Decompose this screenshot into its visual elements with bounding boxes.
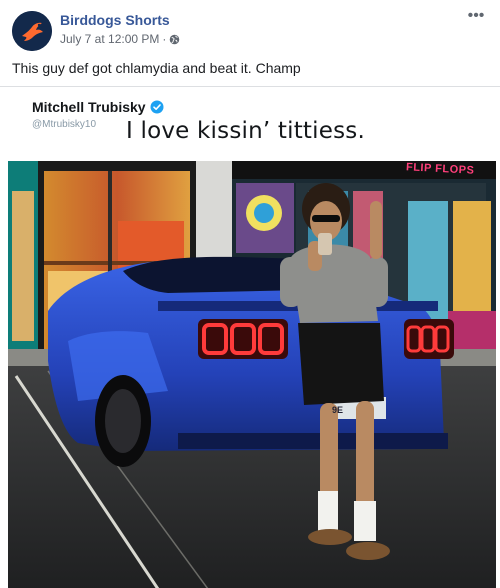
meta-separator: · (162, 32, 167, 46)
post-meta: July 7 at 12:00 PM · (60, 32, 180, 46)
tweet-text: I love kissin’ tittiess. (126, 118, 365, 144)
photo: FLIP FLOPS 9E (8, 161, 496, 588)
tweet-author: Mitchell Trubisky (32, 99, 164, 115)
photo-scene (8, 161, 496, 588)
tweet-author-name: Mitchell Trubisky (32, 99, 146, 115)
bird-logo-icon (12, 11, 52, 51)
globe-icon (170, 34, 180, 44)
page-name-link[interactable]: Birddogs Shorts (60, 12, 170, 28)
post-header: Birddogs Shorts July 7 at 12:00 PM · ••• (12, 8, 488, 54)
post-timestamp[interactable]: July 7 at 12:00 PM (60, 32, 159, 46)
more-options-button[interactable]: ••• (464, 8, 488, 28)
post-text: This guy def got chlamydia and beat it. … (12, 60, 301, 76)
shared-image[interactable]: Mitchell Trubisky @Mtrubisky10 I love ki… (0, 86, 500, 588)
verified-badge-icon (150, 100, 164, 114)
avatar[interactable] (12, 11, 52, 51)
license-plate-text: 9E (332, 405, 344, 415)
